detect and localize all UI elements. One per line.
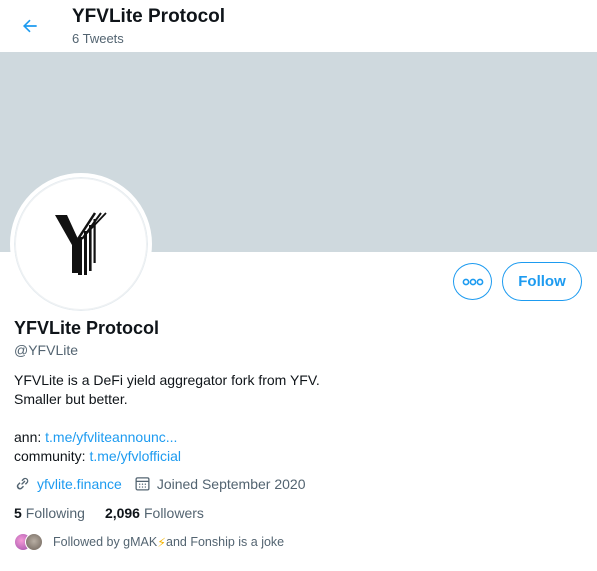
followed-by-suffix: and Fonship is a joke xyxy=(166,535,285,549)
community-label: community: xyxy=(14,448,90,464)
followers-label: Followers xyxy=(143,505,204,521)
ann-label: ann: xyxy=(14,429,46,445)
bio-line: YFVLite is a DeFi yield aggregator fork … xyxy=(14,372,320,388)
profile-handle: @YFVLite xyxy=(14,342,79,358)
followed-by[interactable]: Followed by gMAK ⚡ and Fonship is a joke xyxy=(14,533,284,551)
website-item: yfvlite.finance xyxy=(14,475,122,492)
profile-name: YFVLite Protocol xyxy=(14,318,160,338)
header-title: YFVLite Protocol xyxy=(72,6,226,27)
more-icon xyxy=(462,278,483,285)
community-link[interactable]: t.me/yfvlofficial xyxy=(89,448,181,464)
bolt-emoji: ⚡ xyxy=(157,535,166,550)
link-icon xyxy=(16,477,29,490)
followed-by-prefix: Followed by gMAK xyxy=(53,535,158,549)
more-button[interactable] xyxy=(453,263,492,300)
tweet-count: 6 Tweets xyxy=(72,31,124,46)
following-label: Following xyxy=(25,505,85,521)
calendar-icon xyxy=(135,477,150,491)
follow-button[interactable]: Follow xyxy=(502,262,582,301)
follow-stats: 5 Following 2,096 Followers xyxy=(14,505,224,521)
ann-link[interactable]: t.me/yfvliteannounc... xyxy=(45,429,177,445)
follower-avatars xyxy=(14,533,46,551)
bio-line: Smaller but better. xyxy=(14,391,128,407)
yfv-logo xyxy=(55,212,107,275)
following-stat[interactable]: 5 Following xyxy=(14,505,85,521)
joined-item: Joined September 2020 xyxy=(134,475,306,492)
profile-bio: YFVLite is a DeFi yield aggregator fork … xyxy=(14,371,320,466)
profile-meta: yfvlite.finance Joined September 2020 xyxy=(14,475,318,492)
followers-stat[interactable]: 2,096 Followers xyxy=(105,505,204,521)
follower-avatar xyxy=(25,533,43,551)
followers-count: 2,096 xyxy=(104,505,140,521)
joined-date: Joined September 2020 xyxy=(156,475,306,492)
profile-header: YFVLite Protocol 6 Tweets xyxy=(0,0,597,52)
back-arrow-icon xyxy=(23,19,37,33)
bio-ann-line: ann: t.me/yfvliteannounc... xyxy=(14,428,320,447)
website-link[interactable]: yfvlite.finance xyxy=(37,476,122,492)
bio-community-line: community: t.me/yfvlofficial xyxy=(14,447,320,466)
bio-spacer xyxy=(14,409,320,428)
following-count: 5 xyxy=(14,505,22,521)
back-button[interactable] xyxy=(14,10,46,42)
avatar-image xyxy=(15,178,147,310)
avatar[interactable] xyxy=(10,173,152,315)
